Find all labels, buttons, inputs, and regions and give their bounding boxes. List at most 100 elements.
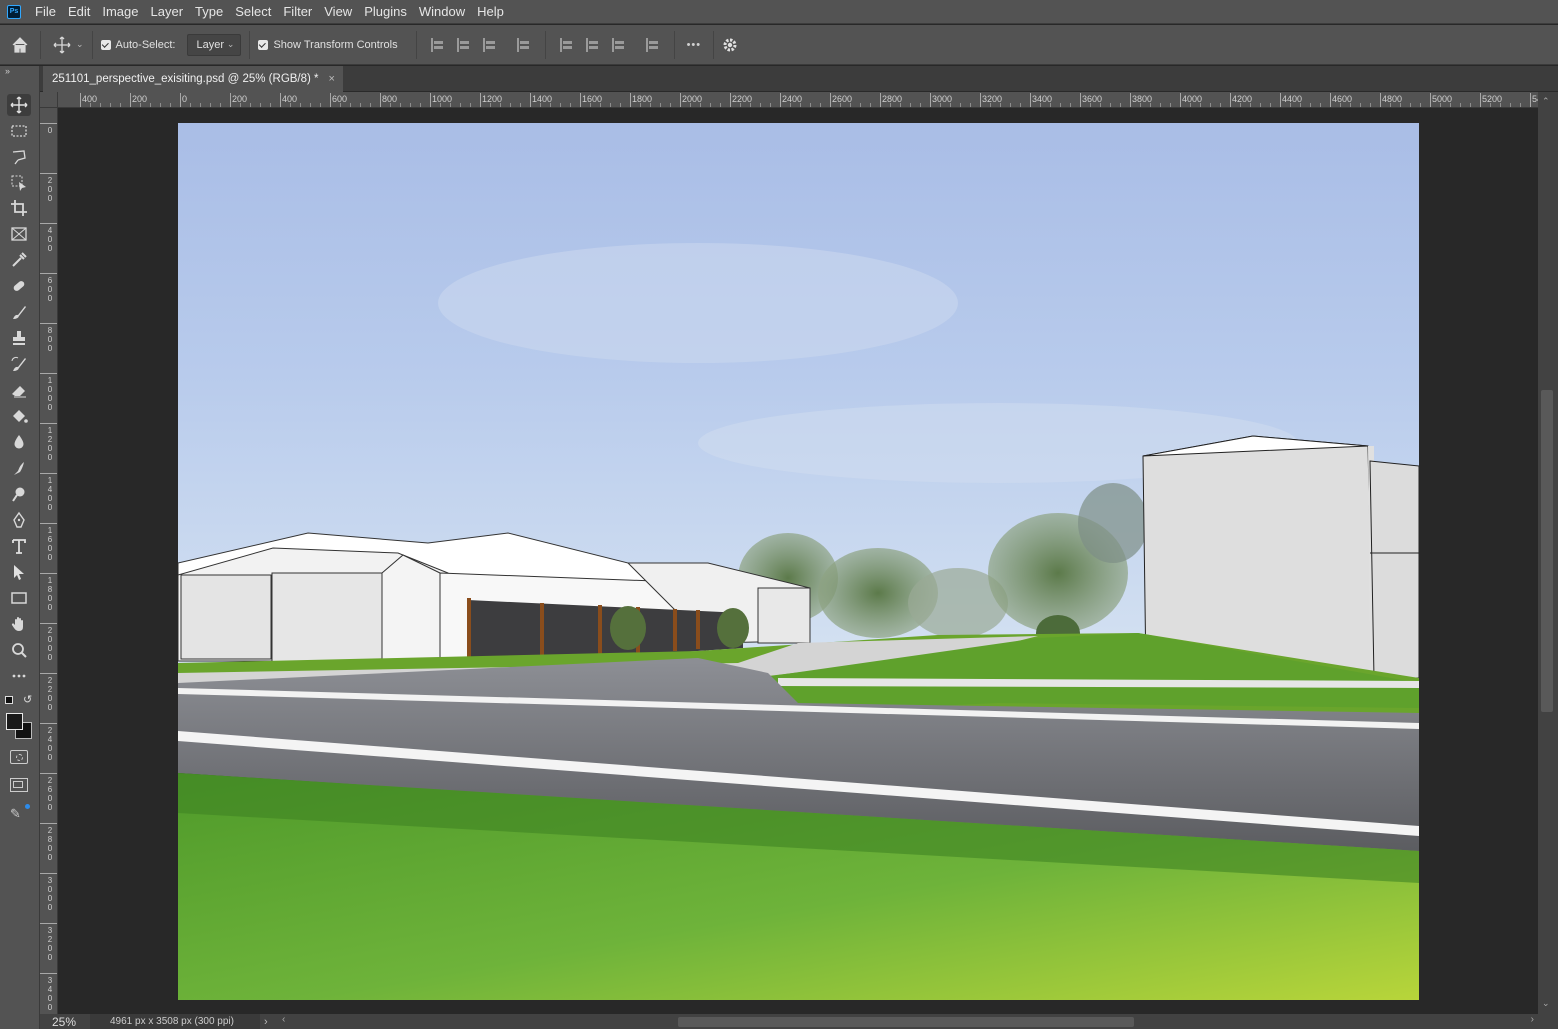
move-tool[interactable] [7,94,31,116]
vertical-scrollbar[interactable]: ⌃ ⌄ [1538,92,1558,1014]
document-tab[interactable]: 251101_perspective_exisiting.psd @ 25% (… [43,66,343,92]
crop-icon [11,200,27,216]
menu-file[interactable]: File [29,0,62,24]
align-left-icon[interactable] [430,37,445,52]
default-colors-icon[interactable] [5,696,13,704]
ruler-tick [1530,93,1531,107]
ruler-origin[interactable] [40,92,58,108]
bandage-icon [13,281,25,291]
ruler-tick [880,93,881,107]
align-vertical-center-icon[interactable] [585,37,600,52]
collapse-panel-icon[interactable]: ›› [5,66,10,76]
ruler-minor-tick [160,103,161,107]
ruler-minor-tick [270,103,271,107]
show-transform-checkbox[interactable] [258,39,269,50]
ruler-minor-tick [1310,103,1311,107]
auto-select-dropdown[interactable]: Layer ⌄ [187,33,242,56]
paint-bucket-tool[interactable] [7,405,31,427]
type-tool[interactable] [7,535,31,557]
close-icon[interactable]: × [329,73,335,85]
menu-edit[interactable]: Edit [62,0,96,24]
horizontal-scrollbar[interactable]: ‹ › [280,1014,1558,1029]
ruler-tick [1130,93,1131,107]
horizontal-ruler[interactable]: 400 200 0 200 400 600 800 1000 1200 1400 1600 1800 2… [58,92,1538,108]
history-brush-tool[interactable] [7,353,31,375]
photoshop-logo-icon[interactable]: Ps [7,4,21,19]
distribute-horizontal-icon[interactable] [645,37,660,52]
edit-toolbar-icon[interactable]: ✎ [10,804,30,822]
quick-mask-icon[interactable] [10,750,28,764]
menu-type[interactable]: Type [189,0,229,24]
scroll-left-icon[interactable]: ‹ [282,1014,285,1025]
menu-image[interactable]: Image [96,0,144,24]
ruler-label: 4600 [1332,94,1353,104]
stamp-tool[interactable] [7,327,31,349]
screen-mode-icon[interactable] [10,778,28,792]
blur-tool[interactable] [7,431,31,453]
more-tools[interactable] [7,665,31,687]
object-select-tool[interactable] [7,172,31,194]
menu-layer[interactable]: Layer [145,0,190,24]
ruler-label: 2600 [832,94,853,104]
more-options-icon[interactable]: ••• [687,39,702,51]
zoom-level-field[interactable]: 25% [40,1015,90,1029]
vertical-ruler[interactable]: 0 200 400 600 800 1000 1200 1400 1600 1800 2000 220… [40,108,58,1014]
menu-filter[interactable]: Filter [277,0,318,24]
menu-window[interactable]: Window [413,0,471,24]
menu-view[interactable]: View [318,0,358,24]
auto-select-checkbox[interactable] [100,39,111,50]
dodge-icon [12,487,25,502]
menu-help[interactable]: Help [471,0,510,24]
align-top-icon[interactable] [559,37,574,52]
eyedropper-tool[interactable] [7,249,31,271]
hand-tool[interactable] [7,613,31,635]
gear-icon[interactable] [722,37,738,53]
lasso-icon [12,150,26,165]
document-canvas[interactable] [178,123,1419,1000]
rectangle-tool[interactable] [7,587,31,609]
scroll-down-icon[interactable]: ⌄ [1542,998,1550,1009]
swap-colors-icon[interactable]: ↺ [23,693,32,706]
status-menu-arrow[interactable]: › [264,1016,268,1028]
brush-tool[interactable] [7,301,31,323]
document-info[interactable]: 4961 px x 3508 px (300 ppi) [90,1014,260,1029]
document-tab-bar: 251101_perspective_exisiting.psd @ 25% (… [40,66,1558,92]
chevron-down-icon[interactable]: ⌄ [76,39,84,50]
canvas-workspace[interactable] [58,108,1538,1014]
ruler-label: 1400 [532,94,553,104]
ruler-tick [630,93,631,107]
frame-tool[interactable] [7,223,31,245]
ruler-minor-tick [560,103,561,107]
dodge-tool[interactable] [7,483,31,505]
align-right-icon[interactable] [482,37,497,52]
smudge-tool[interactable] [7,457,31,479]
foreground-color-swatch[interactable] [6,713,23,730]
horizontal-scroll-thumb[interactable] [678,1017,1134,1027]
marquee-tool[interactable] [7,120,31,142]
ruler-tick [40,473,57,474]
frame-icon [11,227,27,241]
distribute-vertical-icon[interactable] [516,37,531,52]
scroll-up-icon[interactable]: ⌃ [1542,96,1550,107]
align-horizontal-center-icon[interactable] [456,37,471,52]
crop-tool[interactable] [7,197,31,219]
path-select-tool[interactable] [7,561,31,583]
object-select-icon [11,175,26,191]
ruler-tick [1080,93,1081,107]
pen-tool[interactable] [7,509,31,531]
menu-select[interactable]: Select [229,0,277,24]
menu-plugins[interactable]: Plugins [358,0,413,24]
lasso-tool[interactable] [7,146,31,168]
align-bottom-icon[interactable] [611,37,626,52]
move-icon[interactable] [53,36,71,54]
vertical-scroll-thumb[interactable] [1541,390,1553,712]
pen-icon [13,511,25,528]
home-icon[interactable] [0,36,40,54]
healing-tool[interactable] [7,275,31,297]
ruler-minor-tick [1520,103,1521,107]
scroll-right-icon[interactable]: › [1531,1014,1534,1025]
ruler-label: 2600 [47,776,53,812]
eraser-tool[interactable] [7,379,31,401]
zoom-tool[interactable] [7,639,31,661]
ruler-tick [40,323,57,324]
